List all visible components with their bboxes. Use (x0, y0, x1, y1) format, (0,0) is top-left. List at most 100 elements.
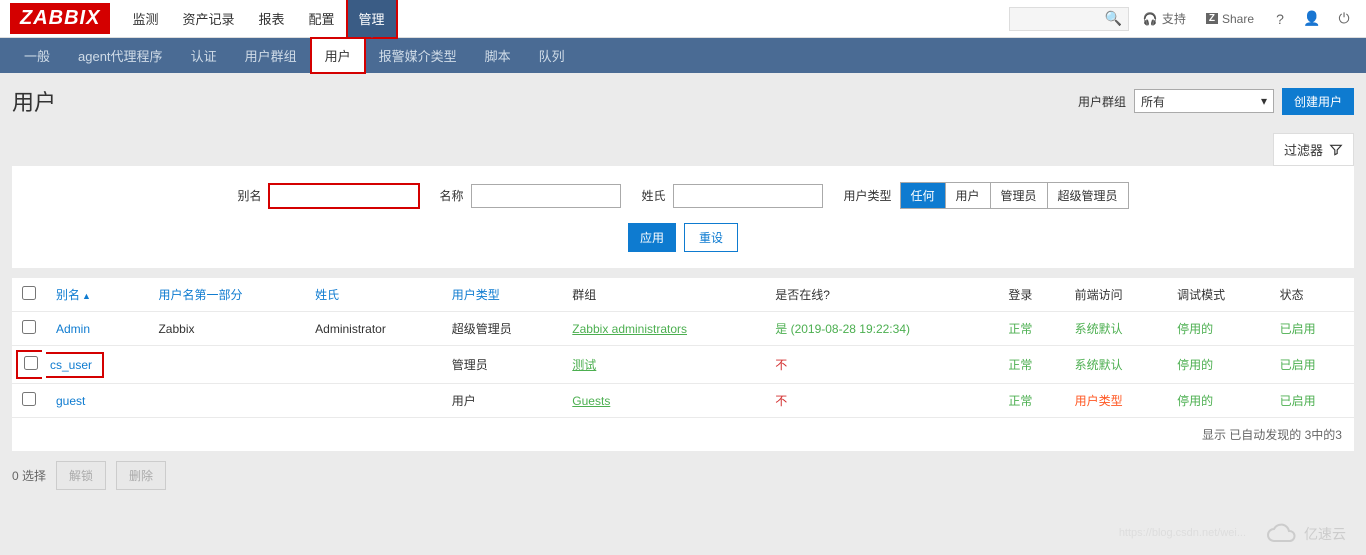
usertype-group: 任何 用户 管理员 超级管理员 (900, 182, 1129, 209)
filter-bar: 过滤器 (0, 127, 1366, 166)
col-surname[interactable]: 姓氏 (305, 278, 442, 312)
menu-monitoring[interactable]: 监测 (120, 0, 170, 38)
subbar: 一般 agent代理程序 认证 用户群组 用户 报警媒介类型 脚本 队列 (0, 38, 1366, 73)
share-label: Share (1222, 12, 1254, 26)
filter-panel: 别名 名称 姓氏 用户类型 任何 用户 管理员 超级管理员 应用 重设 (12, 166, 1354, 268)
group-link[interactable]: 测试 (572, 358, 596, 372)
sub-mediatypes[interactable]: 报警媒介类型 (365, 38, 471, 73)
sub-usergroups[interactable]: 用户群组 (231, 38, 311, 73)
action-bar: 0 选择 解锁 删除 (0, 451, 1366, 500)
cell-firstname (148, 346, 305, 384)
col-debug: 调试模式 (1167, 278, 1269, 312)
col-login: 登录 (998, 278, 1064, 312)
cell-frontend: 用户类型 (1075, 394, 1123, 408)
filter-row: 别名 名称 姓氏 用户类型 任何 用户 管理员 超级管理员 (52, 182, 1314, 209)
cell-debug: 停用的 (1177, 322, 1213, 336)
cell-status: 已启用 (1280, 358, 1316, 372)
share-link[interactable]: Z Share (1200, 12, 1260, 26)
support-label: 支持 (1162, 10, 1186, 27)
help-icon[interactable]: ? (1268, 7, 1292, 31)
table-row: guest 用户 Guests 不 正常 用户类型 停用的 已启用 (12, 384, 1354, 418)
alias-input[interactable] (269, 184, 419, 208)
usergroup-select[interactable]: 所有 ▾ (1134, 89, 1274, 113)
alias-label: 别名 (237, 187, 261, 204)
headset-icon: 🎧 (1143, 12, 1158, 26)
sub-proxies[interactable]: agent代理程序 (64, 38, 177, 73)
row-checkbox[interactable] (24, 356, 38, 370)
sub-auth[interactable]: 认证 (177, 38, 231, 73)
table-row: cs_user 管理员 测试 不 正常 系统默认 停用的 已启用 (12, 346, 1354, 384)
row-checkbox[interactable] (22, 320, 36, 334)
col-groups: 群组 (562, 278, 765, 312)
menu-inventory[interactable]: 资产记录 (170, 0, 246, 38)
cell-type: 用户 (442, 384, 563, 418)
usergroup-label: 用户群组 (1078, 93, 1126, 110)
filter-alias: 别名 (237, 184, 419, 208)
sub-queue[interactable]: 队列 (525, 38, 579, 73)
cell-firstname (148, 384, 305, 418)
group-link[interactable]: Zabbix administrators (572, 322, 687, 336)
surname-input[interactable] (673, 184, 823, 208)
cloud-icon (1266, 523, 1298, 545)
user-alias-link[interactable]: cs_user (50, 358, 92, 372)
user-alias-link[interactable]: Admin (56, 322, 90, 336)
cell-frontend: 系统默认 (1075, 358, 1123, 372)
col-firstname[interactable]: 用户名第一部分 (148, 278, 305, 312)
name-label: 名称 (439, 187, 463, 204)
menu-configuration[interactable]: 配置 (297, 0, 347, 38)
power-icon[interactable]: ⏻ (1332, 7, 1356, 31)
type-superadmin[interactable]: 超级管理员 (1048, 183, 1128, 208)
cell-type: 超级管理员 (442, 312, 563, 346)
chevron-down-icon: ▾ (1261, 94, 1267, 108)
user-alias-link[interactable]: guest (56, 394, 85, 408)
cell-login: 正常 (1008, 358, 1032, 372)
watermark: https://blog.csdn.net/wei... 亿速云 (1266, 523, 1346, 545)
search-icon: 🔍 (1104, 10, 1121, 27)
cell-online: 不 (775, 358, 787, 372)
faint-url: https://blog.csdn.net/wei... (1119, 527, 1246, 539)
col-status: 状态 (1270, 278, 1354, 312)
filter-surname: 姓氏 (641, 184, 823, 208)
menu-administration[interactable]: 管理 (347, 0, 397, 38)
usergroup-value: 所有 (1141, 93, 1165, 110)
col-frontend: 前端访问 (1065, 278, 1167, 312)
table-header-row: 别名▲ 用户名第一部分 姓氏 用户类型 群组 是否在线? 登录 前端访问 调试模… (12, 278, 1354, 312)
cell-type: 管理员 (442, 346, 563, 384)
search-box[interactable]: 🔍 (1009, 7, 1129, 31)
user-icon[interactable]: 👤 (1300, 7, 1324, 31)
support-link[interactable]: 🎧 支持 (1137, 10, 1192, 27)
create-user-button[interactable]: 创建用户 (1282, 88, 1354, 115)
users-table: 别名▲ 用户名第一部分 姓氏 用户类型 群组 是否在线? 登录 前端访问 调试模… (12, 278, 1354, 418)
reset-button[interactable]: 重设 (684, 223, 738, 252)
col-type[interactable]: 用户类型 (442, 278, 563, 312)
logo[interactable]: ZABBIX (10, 3, 110, 34)
row-checkbox[interactable] (22, 392, 36, 406)
select-all-checkbox[interactable] (22, 286, 36, 300)
users-table-wrap: 别名▲ 用户名第一部分 姓氏 用户类型 群组 是否在线? 登录 前端访问 调试模… (12, 278, 1354, 451)
cell-debug: 停用的 (1177, 394, 1213, 408)
cell-frontend: 系统默认 (1075, 322, 1123, 336)
name-input[interactable] (471, 184, 621, 208)
table-footer: 显示 已自动发现的 3中的3 (12, 418, 1354, 451)
sub-general[interactable]: 一般 (10, 38, 64, 73)
topbar-right: 🔍 🎧 支持 Z Share ? 👤 ⏻ (1009, 7, 1356, 31)
type-any[interactable]: 任何 (901, 183, 946, 208)
col-alias[interactable]: 别名▲ (46, 278, 148, 312)
cell-status: 已启用 (1280, 394, 1316, 408)
type-user[interactable]: 用户 (946, 183, 991, 208)
delete-button[interactable]: 删除 (116, 461, 166, 490)
table-row: Admin Zabbix Administrator 超级管理员 Zabbix … (12, 312, 1354, 346)
unlock-button[interactable]: 解锁 (56, 461, 106, 490)
menu-reports[interactable]: 报表 (246, 0, 296, 38)
sub-scripts[interactable]: 脚本 (471, 38, 525, 73)
group-link[interactable]: Guests (572, 394, 610, 408)
usertype-label: 用户类型 (843, 187, 891, 204)
selected-count: 0 选择 (12, 467, 46, 484)
sub-users[interactable]: 用户 (311, 38, 365, 73)
type-admin[interactable]: 管理员 (991, 183, 1048, 208)
filter-toggle[interactable]: 过滤器 (1273, 133, 1354, 166)
apply-button[interactable]: 应用 (628, 223, 676, 252)
top-menu: 监测 资产记录 报表 配置 管理 (120, 0, 396, 38)
cell-debug: 停用的 (1177, 358, 1213, 372)
cell-status: 已启用 (1280, 322, 1316, 336)
